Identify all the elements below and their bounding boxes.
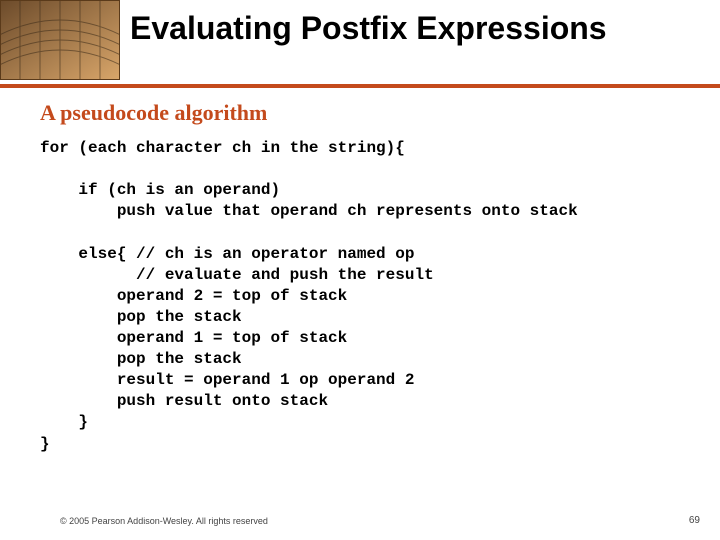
copyright-footer: © 2005 Pearson Addison-Wesley. All right… xyxy=(60,516,268,526)
slide-subheading: A pseudocode algorithm xyxy=(40,100,267,126)
page-number: 69 xyxy=(689,515,700,526)
pseudocode-block: for (each character ch in the string){ i… xyxy=(40,138,710,455)
decorative-corner-image xyxy=(0,0,120,80)
slide-title: Evaluating Postfix Expressions xyxy=(130,10,700,47)
title-underline xyxy=(0,84,720,88)
